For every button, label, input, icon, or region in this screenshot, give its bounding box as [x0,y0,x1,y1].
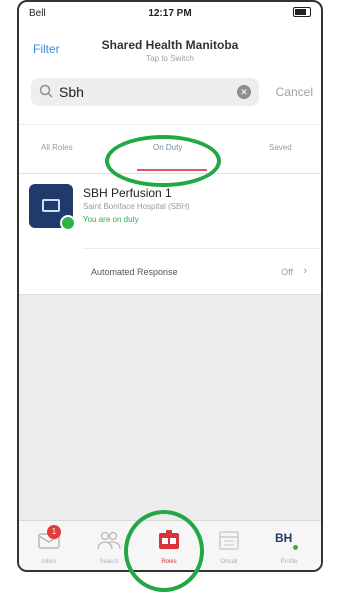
search-box[interactable]: ✕ [31,78,259,106]
bottom-tab-bar: 1 Inbox Search Roles Oncall BH Profile [19,520,321,570]
automated-response-row[interactable]: Automated Response Off › [83,248,321,293]
profile-online-dot [293,545,298,550]
tab-on-duty[interactable]: On Duty [153,143,182,152]
status-icons [293,7,311,17]
status-time: 12:17 PM [148,8,192,19]
cancel-button[interactable]: Cancel [276,85,313,99]
tabbar-profile-label: Profile [280,559,298,565]
tabbar-oncall-label: Oncall [220,559,238,565]
tabbar-search-label: Search [99,559,119,565]
battery-icon [293,7,311,17]
nav-bar: Filter Shared Health Manitoba Tap to Swi… [19,24,321,68]
tabbar-roles-label: Roles [161,559,177,565]
tabbar-roles[interactable]: Roles [139,521,199,570]
calendar-icon [219,531,239,550]
role-tabs: All Roles On Duty Saved [19,124,321,174]
automated-response-value: Off [281,267,293,277]
status-bar: Bell 12:17 PM [19,2,321,24]
tab-all-roles[interactable]: All Roles [41,143,73,152]
empty-list-area [19,294,321,521]
automated-response-label: Automated Response [91,267,178,277]
tabbar-inbox[interactable]: 1 Inbox [19,521,79,570]
tabbar-oncall[interactable]: Oncall [199,521,259,570]
search-icon [39,84,53,98]
role-id-icon [42,199,60,212]
duty-status: You are on duty [83,215,139,224]
people-icon [97,531,121,550]
active-tab-indicator [137,169,207,171]
tabbar-profile[interactable]: BH Profile [259,521,319,570]
chevron-right-icon: › [303,265,307,277]
inbox-badge: 1 [47,525,61,539]
tabbar-search[interactable]: Search [79,521,139,570]
clear-search-icon[interactable]: ✕ [237,85,251,99]
page-title[interactable]: Shared Health Manitoba [19,38,321,52]
role-avatar [29,184,76,231]
role-result-item[interactable]: SBH Perfusion 1 Saint Boniface Hospital … [19,174,321,294]
search-input[interactable] [59,82,219,102]
phone-frame: Bell 12:17 PM Filter Shared Health Manit… [17,0,323,572]
role-site: Saint Boniface Hospital (SBH) [83,202,190,211]
profile-initials: BH [275,531,293,545]
tabbar-inbox-label: Inbox [41,559,57,565]
page-subtitle: Tap to Switch [146,54,194,63]
search-row: ✕ Cancel [19,72,321,112]
role-name: SBH Perfusion 1 [83,186,172,200]
tab-saved[interactable]: Saved [269,143,292,152]
online-status-icon [60,215,76,231]
roles-icon [159,530,179,549]
